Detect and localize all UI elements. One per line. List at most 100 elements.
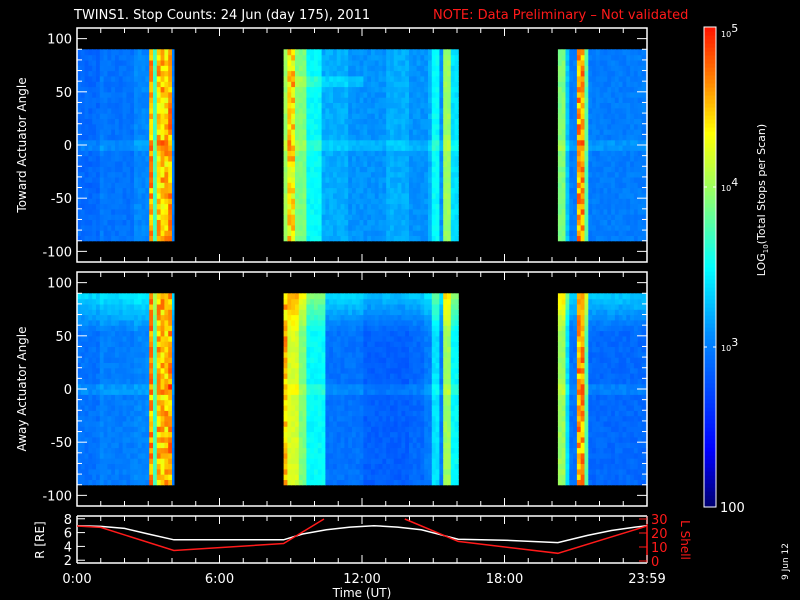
heatmap-cell — [607, 97, 612, 103]
heatmap-cell — [103, 81, 108, 88]
heatmap-cell — [283, 203, 288, 210]
heatmap-cell — [134, 182, 139, 189]
heatmap-cell — [134, 219, 139, 226]
heatmap-cell — [126, 420, 131, 427]
heatmap-cell — [580, 75, 586, 82]
heatmap-cell — [302, 230, 307, 236]
heatmap-cell — [321, 145, 326, 151]
heatmap-cell — [333, 235, 338, 242]
heatmap-cell — [107, 176, 112, 183]
heatmap-cell — [599, 176, 605, 183]
heatmap-cell — [298, 219, 304, 226]
heatmap-cell — [172, 219, 175, 226]
heatmap-cell — [599, 198, 605, 205]
heatmap-cell — [428, 59, 433, 66]
heatmap-cell — [611, 161, 616, 167]
heatmap-cell — [96, 150, 101, 157]
heatmap-cell — [295, 431, 300, 438]
heatmap-cell — [557, 70, 563, 77]
heatmap-cell — [329, 203, 334, 210]
heatmap-cell — [412, 198, 418, 205]
heatmap-cell — [382, 155, 387, 162]
heatmap-cell — [92, 49, 97, 56]
heatmap-cell — [291, 155, 296, 162]
heatmap-cell — [160, 452, 165, 459]
heatmap-cell — [134, 235, 139, 242]
heatmap-cell — [287, 357, 292, 363]
heatmap-cell — [367, 166, 372, 173]
heatmap-cell — [401, 187, 406, 194]
heatmap-cell — [317, 150, 323, 157]
heatmap-cell — [134, 187, 139, 194]
heatmap-cell — [164, 150, 169, 157]
heatmap-cell — [295, 102, 300, 109]
heatmap-cell — [107, 405, 112, 411]
heatmap-cell — [111, 198, 116, 205]
heatmap-cell — [573, 203, 578, 210]
heatmap-cell — [172, 129, 175, 135]
heatmap-cell — [122, 166, 127, 173]
heatmap-cell — [565, 150, 570, 157]
heatmap-cell — [435, 208, 440, 215]
heatmap-cell — [137, 399, 143, 406]
heatmap-cell — [390, 65, 395, 72]
heatmap-cell — [454, 81, 459, 88]
heatmap-cell — [393, 203, 399, 210]
heatmap-cell — [306, 319, 311, 326]
heatmap-cell — [149, 314, 154, 321]
heatmap-cell — [329, 362, 334, 369]
heatmap-cell — [137, 81, 143, 88]
heatmap-cell — [314, 230, 319, 236]
heatmap-cell — [573, 219, 578, 226]
heatmap-cell — [160, 171, 165, 178]
heatmap-cell — [416, 86, 421, 93]
heatmap-cell — [637, 134, 643, 141]
heatmap-cell — [310, 325, 315, 332]
heatmap-cell — [431, 65, 437, 72]
heatmap-cell — [84, 91, 89, 98]
heatmap-cell — [416, 70, 421, 77]
heatmap-cell — [637, 224, 643, 231]
heatmap-cell — [584, 198, 589, 205]
heatmap-cell — [333, 75, 338, 82]
heatmap-cell — [137, 166, 143, 173]
heatmap-cell — [565, 203, 570, 210]
heatmap-cell — [149, 303, 154, 310]
heatmap-cell — [599, 134, 605, 141]
heatmap-cell — [565, 70, 570, 77]
heatmap-cell — [295, 214, 300, 220]
heatmap-cell — [412, 166, 418, 173]
heatmap-cell — [588, 150, 593, 157]
heatmap-cell — [355, 49, 361, 56]
heatmap-cell — [424, 155, 429, 162]
heatmap-cell — [126, 298, 131, 305]
heatmap-cell — [443, 208, 448, 215]
heatmap-cell — [439, 214, 444, 220]
heatmap-cell — [153, 293, 158, 300]
heatmap-cell — [118, 420, 124, 427]
heatmap-cell — [611, 134, 616, 141]
heatmap-cell — [420, 182, 425, 189]
heatmap-cell — [317, 410, 323, 417]
heatmap-cell — [134, 203, 139, 210]
heatmap-cell — [637, 97, 643, 103]
heatmap-cell — [447, 139, 452, 146]
heatmap-cell — [565, 59, 570, 66]
heatmap-cell — [405, 81, 410, 88]
heatmap-cell — [291, 357, 296, 363]
heatmap-cell — [145, 378, 150, 385]
heatmap-cell — [637, 150, 643, 157]
heatmap-cell — [145, 474, 150, 480]
heatmap-cell — [115, 176, 120, 183]
heatmap-cell — [92, 86, 97, 93]
heatmap-cell — [107, 468, 112, 475]
heatmap-cell — [599, 102, 605, 109]
heatmap-cell — [156, 447, 162, 454]
heatmap-cell — [321, 309, 326, 316]
heatmap-cell — [168, 161, 173, 167]
heatmap-cell — [614, 176, 620, 183]
heatmap-cell — [306, 420, 311, 427]
heatmap-cell — [306, 203, 311, 210]
heatmap-cell — [122, 298, 127, 305]
heatmap-cell — [637, 81, 643, 88]
